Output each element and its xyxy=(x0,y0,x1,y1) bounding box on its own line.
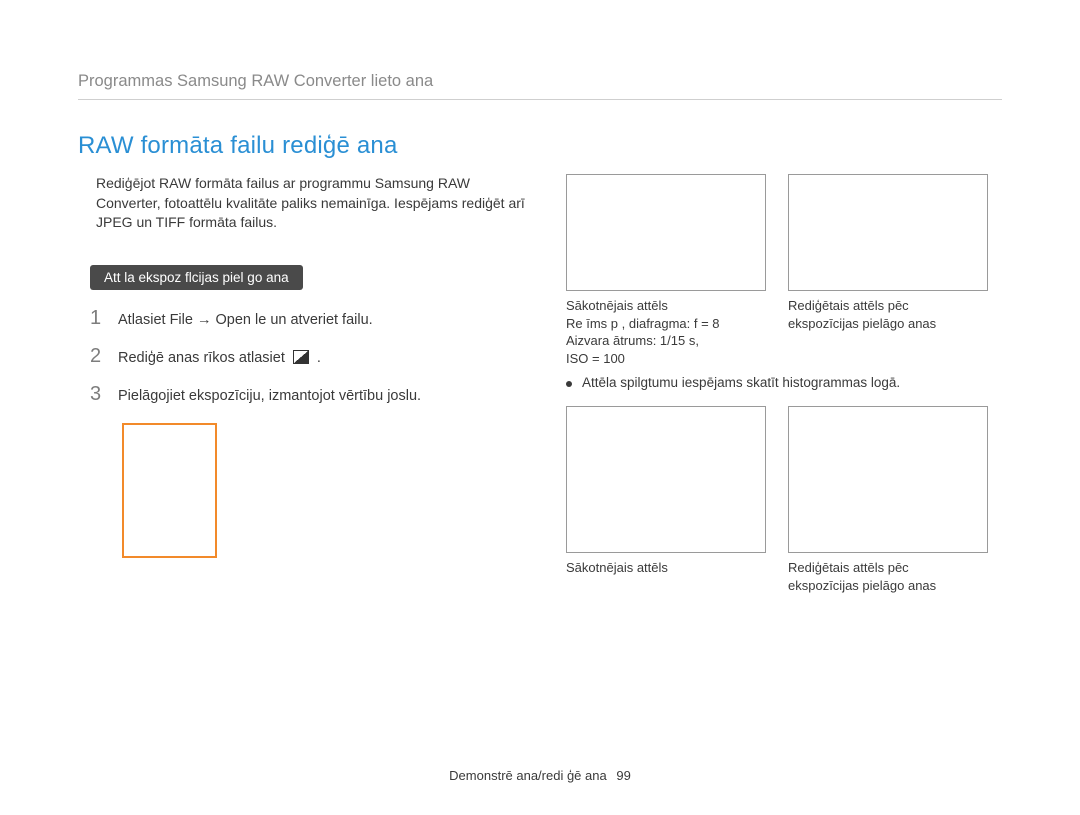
step-number: 2 xyxy=(90,346,118,366)
page-number: 99 xyxy=(616,768,630,783)
highlight-box xyxy=(122,423,217,558)
caption: Sākotnējais attēls xyxy=(566,559,766,577)
step-prefix: Rediģē anas rīkos atlasiet xyxy=(118,350,289,366)
step-list: 1 Atlasiet File → Open le un atveriet fa… xyxy=(90,308,530,407)
arrow-icon: → xyxy=(197,312,212,328)
left-column: Rediģējot RAW formāta failus ar programm… xyxy=(78,174,530,600)
footer-text: Demonstrē ana/redi ģē ana xyxy=(449,768,607,783)
bullet-icon xyxy=(566,381,572,387)
step-text: Rediģē anas rīkos atlasiet . xyxy=(118,348,321,368)
subsection-badge: Att la ekspoz flcijas piel go ana xyxy=(90,265,303,290)
page: Programmas Samsung RAW Converter lieto a… xyxy=(0,0,1080,600)
image-placeholder xyxy=(566,174,766,291)
caption: Sākotnējais attēls Re īms p , diafragma:… xyxy=(566,297,766,367)
caption: Rediģētais attēls pēc ekspozīcijas pielā… xyxy=(788,559,988,594)
step-1: 1 Atlasiet File → Open le un atveriet fa… xyxy=(90,308,530,330)
bullet-text: Attēla spilgtumu iespējams skatīt histog… xyxy=(582,375,900,390)
caption-line: Rediģētais attēls pēc xyxy=(788,298,909,313)
bullet-note: Attēla spilgtumu iespējams skatīt histog… xyxy=(566,375,1002,390)
caption-line: Aizvara ātrums: 1/15 s, xyxy=(566,333,699,348)
image-placeholder xyxy=(788,174,988,291)
step-3: 3 Pielāgojiet ekspozīciju, izmantojot vē… xyxy=(90,384,530,406)
image-placeholder xyxy=(788,406,988,553)
figure-row-2: Sākotnējais attēls Rediģētais attēls pēc… xyxy=(566,406,1002,594)
step-2: 2 Rediģē anas rīkos atlasiet . xyxy=(90,346,530,368)
step-prefix: Atlasiet File xyxy=(118,312,197,328)
image-placeholder xyxy=(566,406,766,553)
caption-line: Sākotnējais attēls xyxy=(566,560,668,575)
right-column: Sākotnējais attēls Re īms p , diafragma:… xyxy=(566,174,1002,600)
caption-line: Re īms p , diafragma: f = 8 xyxy=(566,316,720,331)
step-text: Atlasiet File → Open le un atveriet fail… xyxy=(118,310,373,330)
figure-original-1: Sākotnējais attēls Re īms p , diafragma:… xyxy=(566,174,766,367)
step-number: 1 xyxy=(90,308,118,328)
exposure-icon xyxy=(293,350,309,364)
section-title: RAW formāta failu rediģē ana xyxy=(78,132,1002,160)
page-footer: Demonstrē ana/redi ģē ana 99 xyxy=(0,768,1080,783)
caption-line: Sākotnējais attēls xyxy=(566,298,668,313)
step-text: Pielāgojiet ekspozīciju, izmantojot vērt… xyxy=(118,386,421,406)
figure-edited-2: Rediģētais attēls pēc ekspozīcijas pielā… xyxy=(788,406,988,594)
figure-row-1: Sākotnējais attēls Re īms p , diafragma:… xyxy=(566,174,1002,367)
intro-paragraph: Rediģējot RAW formāta failus ar programm… xyxy=(78,174,530,233)
step-prefix: Pielāgojiet ekspozīciju, izmantojot vērt… xyxy=(118,388,421,404)
caption-line: ekspozīcijas pielāgo anas xyxy=(788,578,936,593)
caption-line: ekspozīcijas pielāgo anas xyxy=(788,316,936,331)
breadcrumb: Programmas Samsung RAW Converter lieto a… xyxy=(78,72,1002,100)
caption-line: ISO = 100 xyxy=(566,351,625,366)
columns: Rediģējot RAW formāta failus ar programm… xyxy=(78,174,1002,600)
caption-line: Rediģētais attēls pēc xyxy=(788,560,909,575)
figure-edited-1: Rediģētais attēls pēc ekspozīcijas pielā… xyxy=(788,174,988,367)
step-number: 3 xyxy=(90,384,118,404)
step-suffix: Open le un atveriet failu. xyxy=(211,312,372,328)
step-suffix: . xyxy=(313,350,321,366)
caption: Rediģētais attēls pēc ekspozīcijas pielā… xyxy=(788,297,988,332)
figure-original-2: Sākotnējais attēls xyxy=(566,406,766,594)
